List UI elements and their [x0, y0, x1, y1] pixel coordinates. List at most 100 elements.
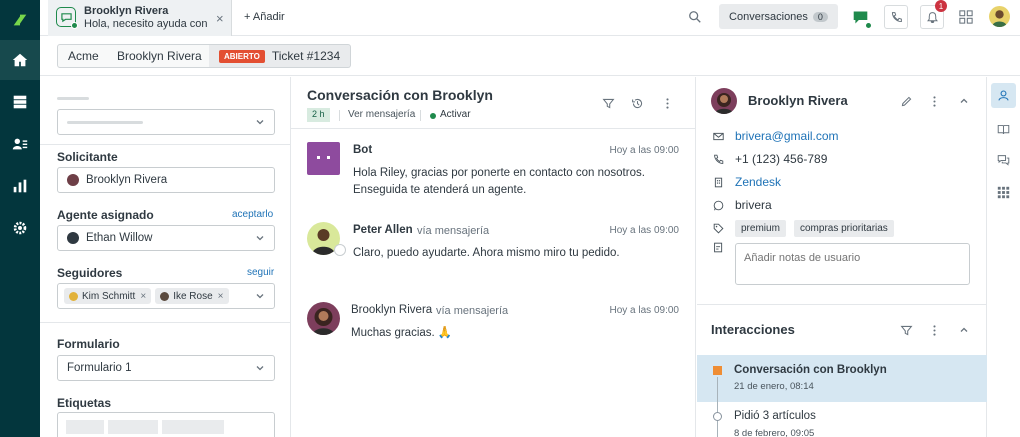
conversation-panel: Conversación con Brooklyn 2 h Ver mensaj…	[291, 77, 696, 437]
message-text: Muchas gracias. 🙏	[351, 327, 453, 339]
followers-label: Seguidores	[57, 266, 123, 280]
follower-name: Ike Rose	[173, 290, 213, 302]
logo-icon	[13, 14, 27, 26]
interaction-item[interactable]: Pidió 3 artículos 8 de febrero, 09:05	[697, 402, 987, 437]
requester-label: Solicitante	[57, 150, 118, 164]
add-tab-label: Añadir	[252, 11, 285, 23]
follow-link[interactable]: seguir	[247, 267, 274, 278]
messaging-status-icon[interactable]	[848, 5, 872, 29]
interaction-item-selected[interactable]: Conversación con Brooklyn 21 de enero, 0…	[697, 355, 987, 402]
tags-field[interactable]	[57, 412, 275, 437]
message-text: Hola Riley, gracias por ponerte en conta…	[353, 167, 645, 196]
requester-value: Brooklyn Rivera	[86, 174, 168, 186]
tag-icon	[711, 221, 725, 235]
email-link[interactable]: brivera@gmail.com	[735, 129, 839, 143]
form-value: Formulario 1	[67, 362, 132, 374]
filter-icon[interactable]	[898, 322, 914, 338]
tab-preview: Hola, necesito ayuda con	[84, 18, 208, 30]
apps-grid-icon[interactable]	[957, 8, 975, 26]
app-root: Brooklyn Rivera Hola, necesito ayuda con…	[0, 0, 1020, 437]
status-dot	[430, 113, 436, 119]
assignee-value: Ethan Willow	[86, 232, 153, 244]
requester-avatar	[307, 302, 340, 335]
search-icon[interactable]	[686, 8, 704, 26]
rail-home[interactable]	[0, 40, 40, 80]
more-options-icon[interactable]	[926, 93, 942, 109]
customer-profile-icon[interactable]	[991, 83, 1016, 108]
divider	[697, 304, 987, 305]
assignee-select[interactable]: Ethan Willow	[57, 225, 275, 251]
assignee-take-it-link[interactable]: aceptarlo	[232, 209, 273, 220]
divider	[40, 322, 291, 323]
rail-reporting[interactable]	[0, 166, 40, 206]
timeline-line	[717, 377, 718, 402]
message-via: vía mensajería	[436, 305, 509, 317]
more-options-icon[interactable]	[659, 95, 675, 111]
tag-placeholder	[66, 420, 104, 434]
message-sender: Bot	[353, 144, 373, 156]
note-icon	[711, 240, 725, 254]
top-bar: Brooklyn Rivera Hola, necesito ayuda con…	[40, 0, 1020, 36]
tab-title: Brooklyn Rivera	[84, 5, 169, 17]
tags-row	[711, 221, 735, 235]
gear-icon	[13, 221, 27, 235]
follower-name: Kim Schmitt	[82, 290, 136, 302]
breadcrumb-ticket[interactable]: ABIERTO Ticket #1234	[209, 44, 352, 68]
history-icon[interactable]	[629, 95, 645, 111]
followers-field[interactable]: Kim Schmitt × Ike Rose ×	[57, 283, 275, 309]
form-select[interactable]: Formulario 1	[57, 355, 275, 381]
conversations-label: Conversaciones	[729, 10, 808, 23]
more-options-icon[interactable]	[926, 322, 942, 338]
phone-icon[interactable]	[884, 5, 908, 29]
follower-avatar	[160, 291, 170, 301]
tag-placeholder	[108, 420, 158, 434]
chevron-up-icon[interactable]	[956, 322, 972, 338]
remove-follower-icon[interactable]: ×	[140, 291, 146, 302]
inbox-icon	[13, 95, 27, 109]
edit-pencil-icon[interactable]	[898, 93, 914, 109]
rail-customers[interactable]	[0, 124, 40, 164]
filter-icon[interactable]	[600, 95, 616, 111]
conversations-count: 0	[812, 11, 828, 22]
timeline-line	[717, 421, 718, 437]
messaging-channel-icon	[334, 244, 346, 256]
breadcrumb-requester[interactable]: Brooklyn Rivera	[107, 44, 213, 68]
breadcrumb-org[interactable]: Acme	[57, 44, 110, 68]
ticket-id: Ticket #1234	[271, 49, 341, 63]
apps-grid-icon[interactable]	[995, 184, 1012, 201]
email-row: brivera@gmail.com	[711, 129, 839, 143]
requester-field[interactable]: Brooklyn Rivera	[57, 167, 275, 193]
conversation-title: Conversación con Brooklyn	[307, 87, 493, 103]
knowledge-book-icon[interactable]	[995, 121, 1012, 138]
macros-chat-icon[interactable]	[995, 152, 1012, 169]
user-notes-textarea[interactable]	[735, 243, 970, 285]
brand-select[interactable]	[57, 109, 275, 135]
ticket-tab[interactable]: Brooklyn Rivera Hola, necesito ayuda con…	[48, 0, 232, 36]
rail-views[interactable]	[0, 82, 40, 122]
form-label: Formulario	[57, 337, 120, 351]
user-avatar[interactable]	[989, 6, 1010, 27]
timeline-node-icon	[713, 412, 722, 421]
chevron-down-icon	[256, 236, 264, 241]
conversation-marker-icon	[713, 366, 722, 375]
chevron-up-icon[interactable]	[956, 93, 972, 109]
close-tab-icon[interactable]: ×	[216, 11, 224, 26]
phone-row: +1 (123) 456-789	[711, 152, 827, 166]
chevron-down-icon	[256, 120, 264, 125]
organization-link[interactable]: Zendesk	[735, 175, 781, 189]
context-apps-bar	[987, 77, 1020, 437]
interaction-date: 8 de febrero, 09:05	[734, 428, 815, 437]
zendesk-logo[interactable]	[0, 0, 40, 40]
remove-follower-icon[interactable]: ×	[218, 291, 224, 302]
conversations-button[interactable]: Conversaciones 0	[719, 4, 838, 29]
add-tab-button[interactable]: + Añadir	[244, 11, 285, 23]
interaction-title: Conversación con Brooklyn	[734, 364, 887, 376]
left-rail	[0, 0, 40, 437]
ticket-properties-panel: Solicitante Brooklyn Rivera Agente asign…	[40, 77, 291, 437]
follower-chip: Ike Rose ×	[155, 288, 229, 304]
assignee-avatar	[67, 232, 79, 244]
tag-placeholder	[162, 420, 224, 434]
interactions-title: Interacciones	[711, 322, 795, 337]
message-time: Hoy a las 09:00	[609, 145, 680, 156]
rail-admin[interactable]	[0, 208, 40, 248]
